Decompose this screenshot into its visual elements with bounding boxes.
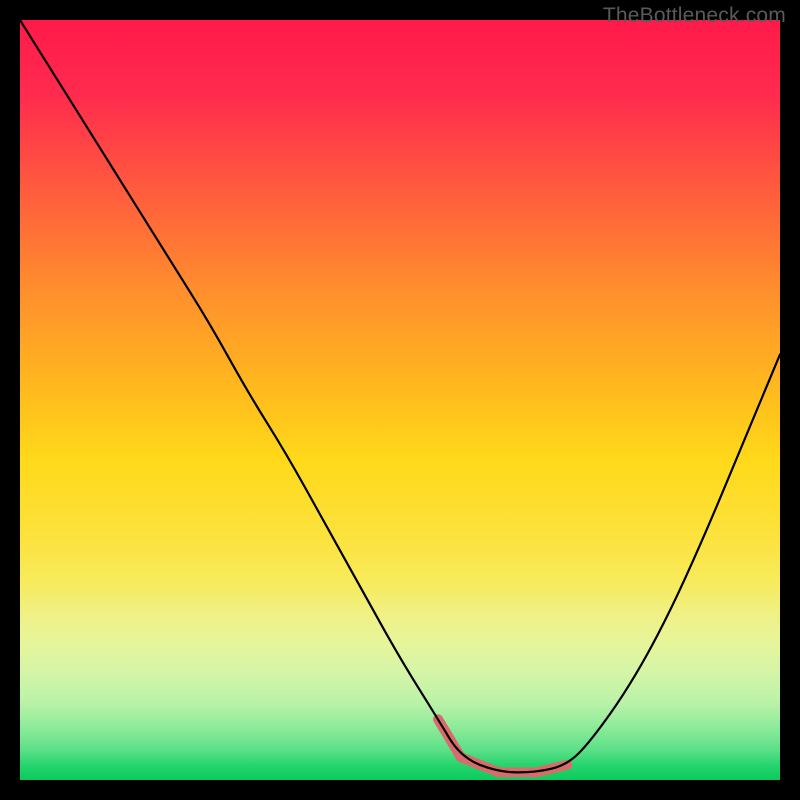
plot-area (20, 20, 780, 780)
curve-svg (20, 20, 780, 780)
trough-highlight (438, 719, 567, 772)
bottleneck-curve-line (20, 20, 780, 772)
chart-container: TheBottleneck.com (0, 0, 800, 800)
watermark-label: TheBottleneck.com (603, 4, 786, 28)
